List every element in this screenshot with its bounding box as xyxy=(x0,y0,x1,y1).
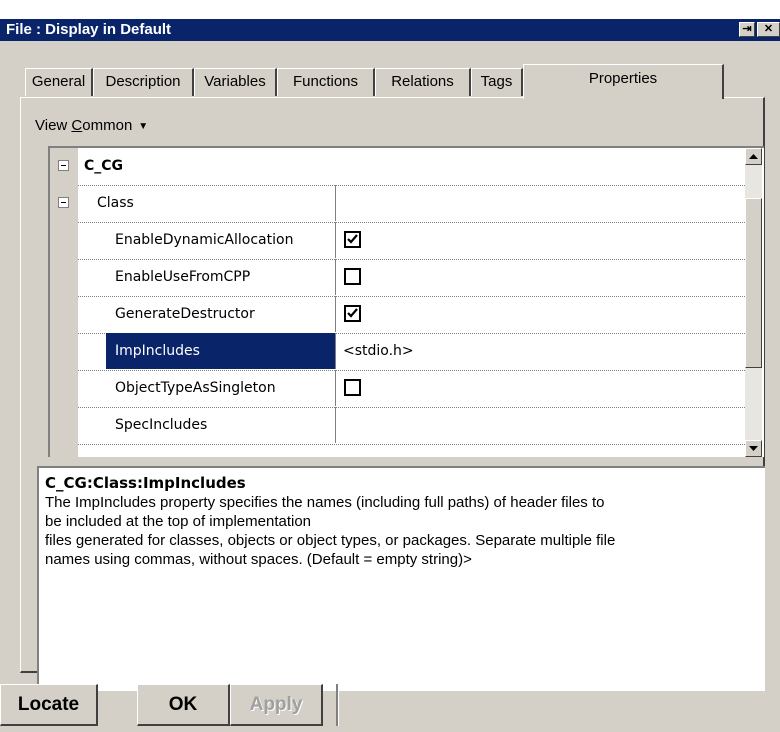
close-icon[interactable]: ✕ xyxy=(757,22,780,37)
view-dropdown[interactable]: View Common ▼ xyxy=(35,117,148,134)
checkbox-unchecked[interactable] xyxy=(344,268,361,285)
scroll-thumb[interactable] xyxy=(745,198,762,368)
arrow-down-icon xyxy=(749,446,758,451)
property-name: SpecIncludes xyxy=(78,407,336,443)
subgroup-row[interactable]: Class xyxy=(78,185,745,223)
locate-button[interactable]: Locate xyxy=(0,684,98,726)
tab-label: Description xyxy=(105,73,181,90)
description-text: files generated for classes, objects or … xyxy=(45,532,616,549)
checkbox-checked[interactable] xyxy=(344,231,361,248)
property-row[interactable]: ObjectTypeAsSingleton xyxy=(78,370,745,408)
tab-label: Tags xyxy=(480,73,513,90)
description-text: be included at the top of implementation xyxy=(45,513,312,530)
description-text: The ImpIncludes property specifies the n… xyxy=(45,494,605,511)
subgroup-label: Class xyxy=(78,185,336,221)
property-row-selected[interactable]: ImpIncludes <stdio.h> xyxy=(78,333,745,371)
pin-icon[interactable]: ⇥ xyxy=(739,22,755,37)
property-value[interactable] xyxy=(336,370,745,406)
tab-label: Relations xyxy=(391,73,454,90)
description-text: names using commas, without spaces. (Def… xyxy=(45,551,472,568)
grid-gutter xyxy=(50,148,78,457)
checkbox-checked[interactable] xyxy=(344,305,361,322)
tab-label: Functions xyxy=(292,73,359,90)
property-name: GenerateDestructor xyxy=(78,296,336,332)
property-row[interactable]: SpecIncludes xyxy=(78,407,745,445)
ok-button[interactable]: OK xyxy=(137,684,230,726)
property-grid: C_CG Class EnableDynamicAllocation Enabl… xyxy=(48,146,764,457)
collapse-class-icon[interactable] xyxy=(58,197,69,208)
title-bar[interactable]: File : Display in Default ⇥ ✕ xyxy=(0,19,780,41)
tab-properties[interactable]: Properties xyxy=(523,64,724,99)
tab-variables[interactable]: Variables xyxy=(194,68,277,96)
scroll-down-button[interactable] xyxy=(745,440,762,457)
property-value[interactable] xyxy=(336,407,745,443)
view-mnemonic: C xyxy=(71,117,83,134)
button-separator xyxy=(336,684,339,726)
property-value[interactable] xyxy=(336,222,745,258)
dropdown-arrow-icon: ▼ xyxy=(138,121,149,132)
property-value[interactable]: <stdio.h> xyxy=(336,333,745,369)
group-row[interactable]: C_CG xyxy=(78,148,745,186)
tab-label: Variables xyxy=(204,73,266,90)
button-bar: Locate OK Apply xyxy=(0,684,780,732)
checkbox-unchecked[interactable] xyxy=(344,379,361,396)
property-name: ObjectTypeAsSingleton xyxy=(78,370,336,406)
property-name: ImpIncludes xyxy=(106,333,335,369)
property-row[interactable]: GenerateDestructor xyxy=(78,296,745,334)
property-name: EnableDynamicAllocation xyxy=(78,222,336,258)
subgroup-value xyxy=(336,185,745,221)
tab-label: General xyxy=(31,73,86,90)
tab-description[interactable]: Description xyxy=(93,68,194,96)
description-heading: C_CG:Class:ImpIncludes xyxy=(45,474,246,492)
view-label: View xyxy=(35,117,72,134)
vertical-scrollbar[interactable] xyxy=(745,148,762,457)
scroll-up-button[interactable] xyxy=(745,148,762,165)
view-value: ommon xyxy=(82,117,133,134)
collapse-group-icon[interactable] xyxy=(58,160,69,171)
property-value[interactable] xyxy=(336,296,745,332)
arrow-up-icon xyxy=(749,154,758,159)
property-row[interactable]: EnableUseFromCPP xyxy=(78,259,745,297)
property-name: EnableUseFromCPP xyxy=(78,259,336,295)
property-row[interactable]: EnableDynamicAllocation xyxy=(78,222,745,260)
property-value[interactable] xyxy=(336,259,745,295)
tab-label: Properties xyxy=(588,70,658,87)
property-name-cell: ImpIncludes xyxy=(78,333,336,369)
tab-functions[interactable]: Functions xyxy=(277,68,375,96)
group-label: C_CG xyxy=(84,158,124,174)
properties-window: File : Display in Default ⇥ ✕ General De… xyxy=(0,19,780,732)
tab-tags[interactable]: Tags xyxy=(471,68,523,96)
tab-relations[interactable]: Relations xyxy=(375,68,471,96)
description-pane: C_CG:Class:ImpIncludes The ImpIncludes p… xyxy=(37,466,765,691)
window-title: File : Display in Default xyxy=(6,21,172,38)
tab-general[interactable]: General xyxy=(25,68,93,96)
apply-button[interactable]: Apply xyxy=(230,684,323,726)
